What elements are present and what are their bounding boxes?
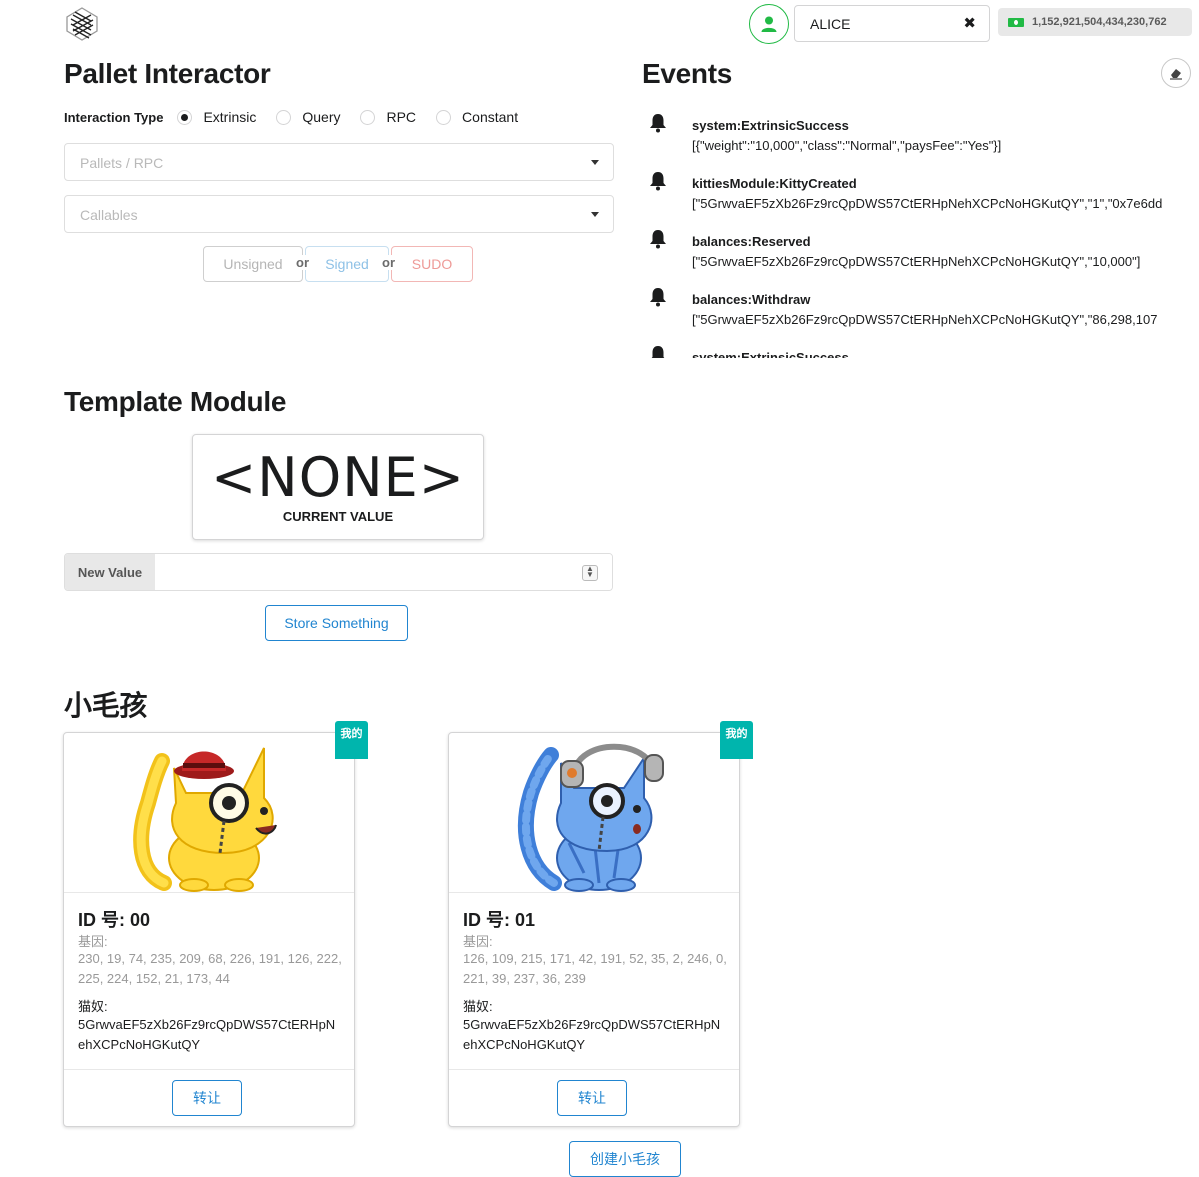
signed-button[interactable]: Signed — [305, 246, 389, 282]
kitty-id-prefix: ID 号: — [463, 910, 510, 930]
kitty-owner: 5GrwvaEF5zXb26Fz9rcQpDWS57CtERHpNehXCPcN… — [78, 1017, 336, 1052]
radio-label: Extrinsic — [203, 109, 257, 125]
unsigned-button[interactable]: Unsigned — [203, 246, 303, 282]
dropdown-caret-icon — [591, 212, 599, 217]
event-data: ["5GrwvaEF5zXb26Fz9rcQpDWS57CtERHpNehXCP… — [692, 312, 1158, 327]
account-avatar-icon[interactable] — [749, 4, 789, 44]
events-feed[interactable]: system:ExtrinsicSuccess [{"weight":"10,0… — [642, 108, 1199, 358]
transfer-button[interactable]: 转让 — [172, 1080, 242, 1116]
callables-placeholder: Callables — [80, 207, 138, 223]
genes-label: 基因: — [463, 934, 493, 949]
current-value-statistic: <NONE> CURRENT VALUE — [192, 434, 484, 540]
card-footer: 转让 — [449, 1069, 739, 1127]
owner-label: 猫奴: — [463, 999, 493, 1014]
balance-badge: 1,152,921,504,434,230,762 — [998, 8, 1192, 36]
account-selector[interactable]: ALICE ✖ — [794, 5, 990, 42]
genes-label: 基因: — [78, 934, 108, 949]
dropdown-caret-icon — [591, 160, 599, 165]
event-name: balances:Reserved — [692, 234, 811, 249]
kitty-card: 我的 ID 号: 00 基因: 230, 19, 74, 235, 209, 6… — [63, 721, 368, 1127]
new-value-input[interactable] — [155, 554, 612, 590]
kitties-title: 小毛孩 — [64, 690, 148, 721]
or-label: or — [381, 255, 396, 270]
pallet-interactor-title: Pallet Interactor — [64, 58, 271, 89]
new-value-field: New Value ▲ ▼ — [64, 553, 613, 591]
radio-dot[interactable] — [276, 109, 292, 125]
interaction-type-label: Interaction Type — [64, 109, 164, 125]
radio-query[interactable]: Query — [276, 109, 340, 125]
event-name: kittiesModule:KittyCreated — [692, 176, 857, 191]
substrate-logo-icon — [64, 6, 100, 42]
bell-icon — [650, 172, 666, 191]
radio-constant[interactable]: Constant — [436, 109, 518, 125]
pallets-dropdown[interactable]: Pallets / RPC — [64, 143, 614, 181]
event-item: kittiesModule:KittyCreated ["5GrwvaEF5zX… — [642, 166, 1199, 224]
clear-events-button[interactable] — [1161, 58, 1191, 88]
kitty-id-value: 01 — [515, 910, 536, 930]
kitty-id: ID 号: 00 — [78, 906, 150, 932]
template-module-title: Template Module — [64, 386, 287, 417]
kitty-owner: 5GrwvaEF5zXb26Fz9rcQpDWS57CtERHpNehXCPcN… — [463, 1017, 721, 1052]
radio-dot[interactable] — [436, 109, 452, 125]
kitty-image — [449, 733, 739, 893]
tx-button-group: Unsigned or Signed or SUDO — [203, 246, 473, 282]
bell-icon — [650, 288, 666, 307]
current-value-label: CURRENT VALUE — [282, 509, 394, 524]
kitty-card: 我的 ID 号: 01 基因: 126, 109, 215, 171, 42, … — [448, 721, 753, 1127]
event-name: balances:Withdraw — [692, 292, 811, 307]
kitty-image — [64, 733, 354, 893]
callables-dropdown[interactable]: Callables — [64, 195, 614, 233]
kitty-genes: 230, 19, 74, 235, 209, 68, 226, 191, 126… — [78, 951, 342, 986]
account-name: ALICE — [810, 16, 851, 32]
pallets-placeholder: Pallets / RPC — [80, 155, 164, 171]
card-footer: 转让 — [64, 1069, 354, 1127]
radio-dot[interactable] — [177, 109, 193, 125]
event-data: ["5GrwvaEF5zXb26Fz9rcQpDWS57CtERHpNehXCP… — [692, 254, 1141, 269]
bell-icon — [651, 346, 665, 358]
sudo-button[interactable]: SUDO — [391, 246, 473, 282]
owner-label: 猫奴: — [78, 999, 108, 1014]
radio-label: Constant — [462, 109, 519, 125]
kitty-id-prefix: ID 号: — [78, 910, 125, 930]
store-something-button[interactable]: Store Something — [265, 605, 408, 641]
interaction-type-group: Interaction Type Extrinsic Query RPC Con… — [64, 109, 538, 125]
money-icon — [1008, 17, 1024, 27]
radio-rpc[interactable]: RPC — [360, 109, 416, 125]
transfer-button[interactable]: 转让 — [557, 1080, 627, 1116]
or-label: or — [295, 255, 310, 270]
kitty-genes: 126, 109, 215, 171, 42, 191, 52, 35, 2, … — [463, 951, 727, 986]
event-name: system:ExtrinsicSuccess — [692, 350, 849, 358]
radio-dot[interactable] — [360, 109, 376, 125]
clear-account-icon[interactable]: ✖ — [963, 14, 976, 32]
mine-badge: 我的 — [335, 721, 368, 759]
bell-icon — [650, 230, 666, 249]
event-item: balances:Reserved ["5GrwvaEF5zXb26Fz9rcQ… — [642, 224, 1199, 282]
radio-label: Query — [302, 109, 341, 125]
bell-icon — [650, 114, 666, 133]
balance-value: 1,152,921,504,434,230,762 — [1032, 16, 1167, 28]
mine-badge: 我的 — [720, 721, 753, 759]
event-name: system:ExtrinsicSuccess — [692, 118, 849, 133]
kitty-id: ID 号: 01 — [463, 906, 535, 932]
new-value-label: New Value — [65, 554, 155, 590]
event-item: system:ExtrinsicSuccess — [642, 340, 1199, 358]
kitty-id-value: 00 — [130, 910, 151, 930]
event-data: ["5GrwvaEF5zXb26Fz9rcQpDWS57CtERHpNehXCP… — [692, 196, 1163, 211]
create-kitty-button[interactable]: 创建小毛孩 — [569, 1141, 681, 1177]
radio-label: RPC — [386, 109, 417, 125]
event-item: system:ExtrinsicSuccess [{"weight":"10,0… — [642, 108, 1199, 166]
events-title: Events — [642, 58, 733, 89]
event-data: [{"weight":"10,000","class":"Normal","pa… — [692, 138, 1002, 153]
event-item: balances:Withdraw ["5GrwvaEF5zXb26Fz9rcQ… — [642, 282, 1199, 340]
number-spinner-icon[interactable]: ▲ ▼ — [582, 565, 598, 581]
radio-extrinsic[interactable]: Extrinsic — [177, 109, 256, 125]
eraser-icon — [1170, 69, 1182, 80]
current-value: <NONE> — [211, 446, 465, 509]
